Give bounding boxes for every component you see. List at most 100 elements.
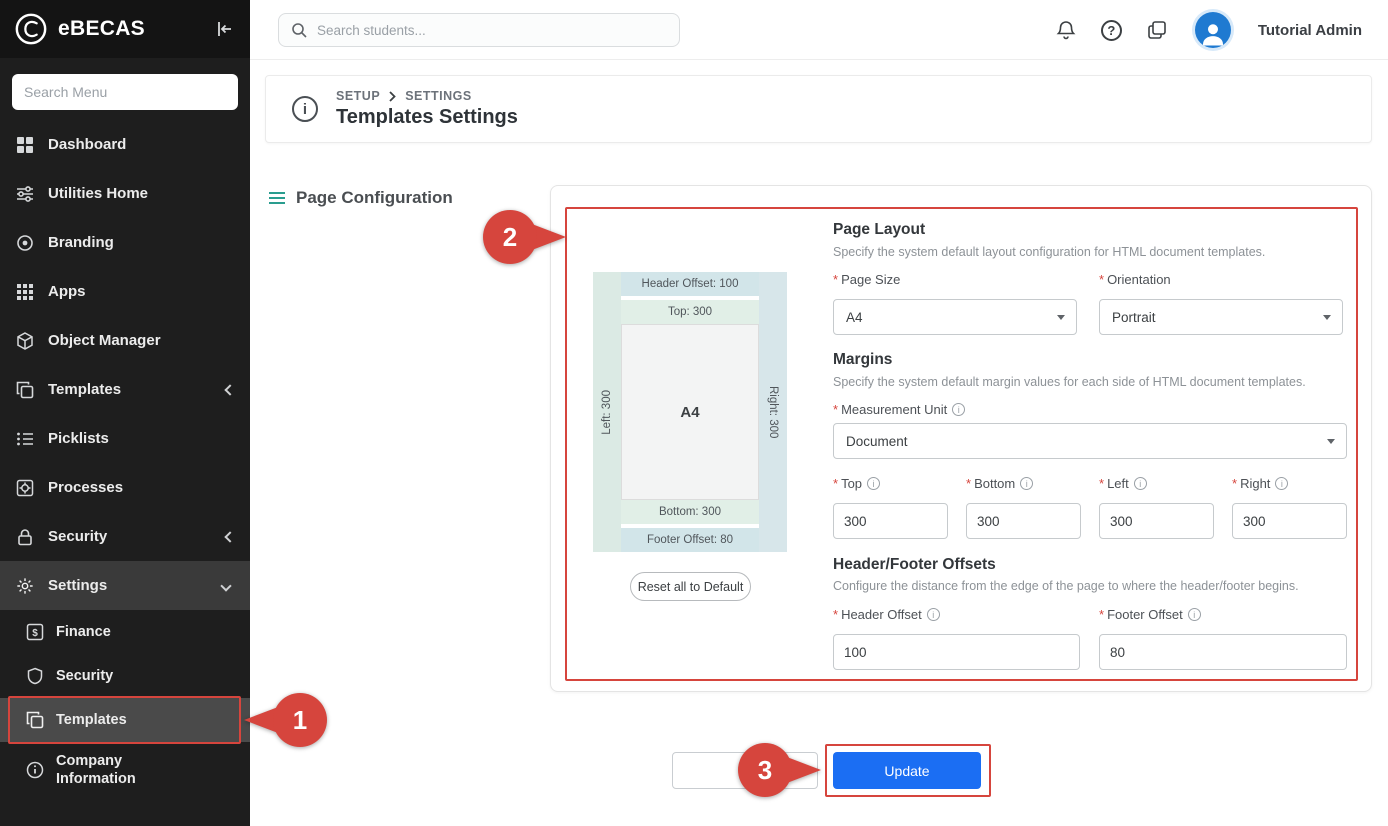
sidebar-item-label: Branding: [48, 234, 114, 251]
orientation-select[interactable]: Portrait: [1099, 299, 1343, 335]
info-tooltip-icon[interactable]: i: [1275, 477, 1288, 490]
sidebar-item-templates[interactable]: Templates: [0, 365, 250, 414]
svg-text:1: 1: [293, 705, 307, 735]
sidebar-item-settings[interactable]: Settings: [0, 561, 250, 610]
cancel-button[interactable]: [672, 752, 818, 789]
shield-icon: [26, 667, 44, 685]
margins-description: Specify the system default margin values…: [833, 375, 1306, 389]
sidebar-item-utilities-home[interactable]: Utilities Home: [0, 169, 250, 218]
copy-icon: [16, 381, 34, 399]
sidebar-item-apps[interactable]: Apps: [0, 267, 250, 316]
offsets-description: Configure the distance from the edge of …: [833, 579, 1299, 593]
sidebar-subitem-security[interactable]: Security: [0, 654, 250, 698]
logo-bar: eBECAS: [0, 0, 250, 58]
apps-grid-icon: [16, 283, 34, 301]
chevron-down-icon: [1057, 315, 1065, 320]
topbar-right: ? Tutorial Admin: [1055, 0, 1362, 60]
sidebar-item-dashboard[interactable]: Dashboard: [0, 120, 250, 169]
sliders-icon: [16, 185, 34, 203]
sidebar-item-branding[interactable]: Branding: [0, 218, 250, 267]
section-title: Page Configuration: [296, 188, 453, 208]
sidebar-subitem-company-information[interactable]: Company Information: [0, 742, 250, 798]
sidebar-collapse-icon[interactable]: [214, 18, 236, 40]
student-search: [278, 13, 680, 47]
chevron-down-icon: [1327, 439, 1335, 444]
update-button[interactable]: Update: [833, 752, 981, 789]
page-size-select[interactable]: A4: [833, 299, 1077, 335]
page-layout-description: Specify the system default layout config…: [833, 245, 1265, 259]
svg-text:2: 2: [503, 222, 517, 252]
sidebar-subitem-label: Company Information: [56, 752, 186, 788]
left-margin-input[interactable]: [1099, 503, 1214, 539]
branding-icon: [16, 234, 34, 252]
preview-right-margin: Right: 300: [759, 272, 787, 552]
sidebar-subitem-finance[interactable]: $ Finance: [0, 610, 250, 654]
top-margin-input[interactable]: [833, 503, 948, 539]
info-tooltip-icon[interactable]: i: [952, 403, 965, 416]
student-search-input[interactable]: [317, 23, 667, 38]
required-asterisk: *: [1099, 272, 1104, 287]
chevron-left-icon: [224, 384, 235, 395]
left-margin-label: *Lefti: [1099, 476, 1147, 491]
user-name[interactable]: Tutorial Admin: [1258, 22, 1362, 39]
app-logo-text: eBECAS: [58, 17, 204, 41]
process-gear-icon: [16, 479, 34, 497]
breadcrumb-settings[interactable]: SETTINGS: [405, 89, 472, 103]
sidebar-item-security[interactable]: Security: [0, 512, 250, 561]
info-tooltip-icon[interactable]: i: [927, 608, 940, 621]
sidebar-item-label: Picklists: [48, 430, 109, 447]
footer-offset-input[interactable]: [1099, 634, 1347, 670]
list-icon: [16, 430, 34, 448]
required-asterisk: *: [833, 476, 838, 491]
info-tooltip-icon[interactable]: i: [1020, 477, 1033, 490]
header-offset-input[interactable]: [833, 634, 1080, 670]
sidebar-item-object-manager[interactable]: Object Manager: [0, 316, 250, 365]
sidebar-subitem-label: Security: [56, 667, 186, 685]
info-circle-icon: [26, 761, 44, 779]
sidebar-item-label: Object Manager: [48, 332, 161, 349]
menu-search-input[interactable]: [12, 74, 238, 110]
gear-icon: [16, 577, 34, 595]
sidebar-item-picklists[interactable]: Picklists: [0, 414, 250, 463]
preview-page: A4: [621, 324, 759, 500]
section-header: Page Configuration: [268, 188, 453, 208]
notifications-bell-icon[interactable]: [1055, 19, 1077, 41]
header-offset-label: *Header Offseti: [833, 607, 940, 622]
info-tooltip-icon[interactable]: i: [867, 477, 880, 490]
orientation-label: *Orientation: [1099, 272, 1171, 287]
sidebar-item-label: Apps: [48, 283, 86, 300]
help-icon[interactable]: ?: [1101, 20, 1122, 41]
info-tooltip-icon[interactable]: i: [1134, 477, 1147, 490]
preview-footer-offset: Footer Offset: 80: [621, 528, 759, 552]
sidebar-subitem-label: Templates: [56, 711, 186, 729]
sidebar-item-label: Settings: [48, 577, 107, 594]
preview-top-margin: Top: 300: [621, 300, 759, 324]
bottom-margin-input[interactable]: [966, 503, 1081, 539]
page-size-label: *Page Size: [833, 272, 900, 287]
required-asterisk: *: [833, 272, 838, 287]
breadcrumb-setup[interactable]: SETUP: [336, 89, 380, 103]
right-margin-input[interactable]: [1232, 503, 1347, 539]
sidebar-item-label: Templates: [48, 381, 121, 398]
lock-icon: [16, 528, 34, 546]
page-title: Templates Settings: [336, 106, 518, 129]
windows-switcher-icon[interactable]: [1146, 19, 1168, 41]
user-avatar-icon: [1195, 12, 1231, 48]
chevron-left-icon: [224, 531, 235, 542]
reset-defaults-button[interactable]: Reset all to Default: [630, 572, 751, 601]
page-layout-heading: Page Layout: [833, 221, 925, 239]
sidebar: eBECAS Dashboard Utilities Home Branding…: [0, 0, 250, 826]
info-tooltip-icon[interactable]: i: [1188, 608, 1201, 621]
measurement-unit-label: *Measurement Uniti: [833, 402, 965, 417]
required-asterisk: *: [833, 402, 838, 417]
sidebar-item-processes[interactable]: Processes: [0, 463, 250, 512]
required-asterisk: *: [833, 607, 838, 622]
app-root: eBECAS Dashboard Utilities Home Branding…: [0, 0, 1388, 826]
breadcrumb: SETUP SETTINGS Templates Settings: [336, 89, 518, 129]
sidebar-subitem-label: Finance: [56, 623, 186, 641]
avatar[interactable]: [1192, 9, 1234, 51]
sidebar-subitem-templates[interactable]: Templates: [0, 698, 250, 742]
offsets-heading: Header/Footer Offsets: [833, 556, 996, 574]
finance-dollar-icon: $: [26, 623, 44, 641]
measurement-unit-select[interactable]: Document: [833, 423, 1347, 459]
